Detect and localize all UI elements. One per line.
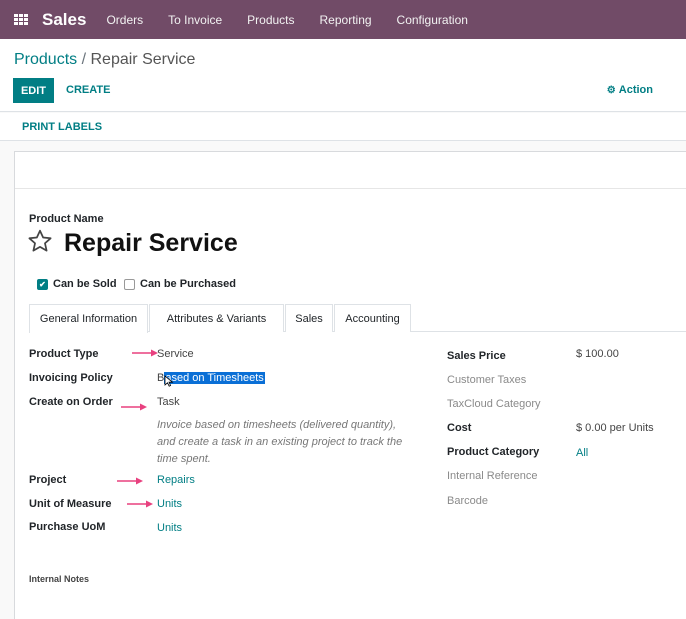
internal-reference-label: Internal Reference — [447, 470, 538, 482]
unit-of-measure-field[interactable]: Units — [157, 498, 182, 510]
tab-attributes-variants[interactable]: Attributes & Variants — [149, 304, 284, 332]
taxcloud-category-label: TaxCloud Category — [447, 398, 541, 410]
edit-button[interactable]: EDIT — [13, 78, 54, 103]
sales-price-label: Sales Price — [447, 350, 506, 362]
internal-notes-label: Internal Notes — [29, 574, 90, 584]
invoicing-policy-label: Invoicing Policy — [29, 372, 113, 384]
annotation-arrow-icon — [117, 477, 143, 485]
app-name[interactable]: Sales — [42, 10, 86, 30]
cost-field[interactable]: $ 0.00 per Units — [576, 422, 654, 434]
mouse-cursor-icon — [164, 375, 174, 387]
tab-accounting[interactable]: Accounting — [334, 304, 411, 332]
barcode-label: Barcode — [447, 495, 488, 507]
apps-menu-icon[interactable] — [14, 13, 28, 26]
breadcrumb-separator: / — [77, 51, 91, 68]
favorite-star-icon[interactable] — [27, 228, 53, 254]
unit-of-measure-label: Unit of Measure — [29, 498, 112, 510]
cost-value: $ 0.00 — [576, 422, 607, 434]
status-bar: PRINT LABELS — [0, 113, 686, 141]
can-be-sold-label: Can be Sold — [53, 278, 117, 290]
create-on-order-field[interactable]: Task — [157, 396, 180, 408]
purchase-uom-label: Purchase UoM — [29, 521, 106, 533]
product-name-field[interactable]: Repair Service — [64, 229, 238, 258]
purchase-uom-field[interactable]: Units — [157, 522, 182, 534]
menu-orders[interactable]: Orders — [106, 13, 143, 27]
menu-configuration[interactable]: Configuration — [397, 13, 468, 27]
breadcrumb-products-link[interactable]: Products — [14, 51, 77, 68]
top-navbar: Sales Orders To Invoice Products Reporti… — [0, 0, 686, 39]
action-dropdown[interactable]: ⚙ Action — [607, 84, 653, 96]
project-label: Project — [29, 474, 67, 486]
tab-sales[interactable]: Sales — [285, 304, 333, 332]
menu-reporting[interactable]: Reporting — [320, 13, 372, 27]
checkbox-checked-icon: ✔ — [37, 278, 48, 290]
notebook-tabs: General Information Attributes & Variant… — [29, 304, 686, 333]
product-type-label: Product Type — [29, 348, 99, 360]
sales-price-field[interactable]: $ 100.00 — [576, 348, 619, 360]
create-on-order-label: Create on Order — [29, 396, 113, 408]
product-name-label: Product Name — [29, 213, 104, 225]
menu-to-invoice[interactable]: To Invoice — [168, 13, 222, 27]
product-type-field[interactable]: Service — [157, 348, 194, 360]
cost-unit: per Units — [609, 422, 654, 434]
menu-products[interactable]: Products — [247, 13, 294, 27]
action-label: Action — [618, 84, 653, 96]
form-sheet: Product Name Repair Service ✔ Can be Sol… — [14, 151, 686, 619]
can-be-sold-checkbox[interactable]: ✔ Can be Sold — [37, 278, 117, 290]
sheet-header — [15, 152, 686, 189]
invoicing-policy-selected-text: ased on Timesheets — [164, 372, 265, 384]
product-category-field[interactable]: All — [576, 447, 588, 459]
project-field[interactable]: Repairs — [157, 474, 195, 486]
can-be-purchased-checkbox[interactable]: Can be Purchased — [124, 278, 236, 290]
breadcrumb: Products / Repair Service — [14, 51, 195, 69]
annotation-arrow-icon — [127, 500, 153, 508]
can-be-purchased-label: Can be Purchased — [140, 278, 236, 290]
customer-taxes-label: Customer Taxes — [447, 374, 527, 386]
checkbox-unchecked-icon — [124, 278, 135, 290]
control-panel: Products / Repair Service EDIT CREATE ⚙ … — [0, 39, 686, 112]
tab-general-information[interactable]: General Information — [29, 304, 148, 333]
print-labels-button[interactable]: PRINT LABELS — [22, 121, 102, 133]
invoicing-help-text: Invoice based on timesheets (delivered q… — [157, 419, 403, 465]
annotation-arrow-icon — [132, 349, 158, 357]
annotation-arrow-icon — [121, 403, 147, 411]
product-category-label: Product Category — [447, 446, 540, 458]
cost-label: Cost — [447, 422, 472, 434]
gear-icon: ⚙ — [606, 84, 616, 96]
breadcrumb-current: Repair Service — [90, 51, 196, 68]
create-button[interactable]: CREATE — [66, 84, 110, 96]
